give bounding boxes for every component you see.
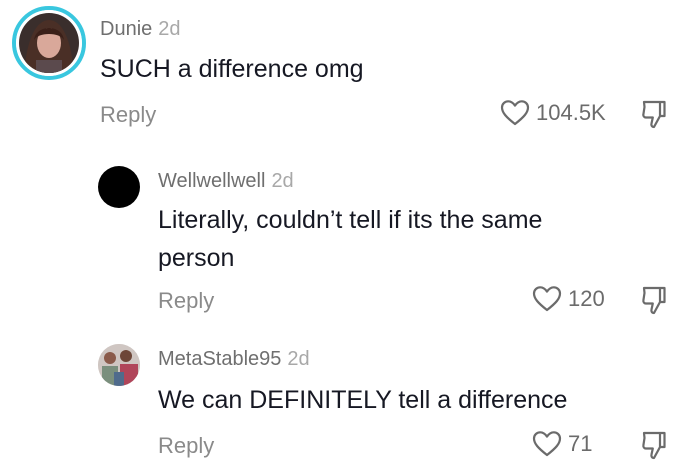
like-button[interactable]: 71 [532,430,592,458]
username[interactable]: Wellwellwell 2d [158,170,294,193]
like-button[interactable]: 104.5K [500,99,606,127]
timestamp: 2d [158,18,181,40]
heart-outline-icon [500,100,530,126]
like-count: 120 [568,286,605,311]
avatar[interactable] [98,166,140,208]
avatar[interactable] [12,6,86,80]
profile-photo [98,344,140,386]
dislike-button[interactable] [641,430,667,465]
reply-button[interactable]: Reply [158,433,214,459]
comment-3: MetaStable95 2d We can DEFINITELY tell a … [0,330,700,470]
reply-button[interactable]: Reply [100,102,156,128]
dislike-button[interactable] [641,99,667,134]
comment-text: We can DEFINITELY tell a difference [158,381,567,419]
heart-outline-icon [532,286,562,312]
comment-2: Wellwellwell 2d Literally, couldn’t tell … [0,150,700,330]
thumbs-down-icon [642,431,666,460]
comment-text: Literally, couldn’t tell if its the same… [158,201,542,277]
thumbs-down-icon [642,286,666,315]
like-button[interactable]: 120 [532,285,605,313]
username[interactable]: MetaStable95 2d [158,348,310,371]
timestamp: 2d [271,170,294,192]
like-count: 71 [568,431,593,456]
timestamp: 2d [287,348,310,370]
dislike-button[interactable] [641,285,667,320]
comment-1: Dunie 2d SUCH a difference omg Reply 104.… [0,0,700,150]
like-count: 104.5K [536,100,606,125]
username-text[interactable]: Wellwellwell [158,170,265,192]
comment-text-line: SUCH a difference omg [100,55,364,83]
avatar[interactable] [98,344,140,386]
comment-text: SUCH a difference omg [100,50,364,88]
heart-outline-icon [532,431,562,457]
comment-text-line: person [158,244,235,272]
username[interactable]: Dunie 2d [100,18,181,41]
username-text[interactable]: Dunie [100,18,152,40]
profile-photo [16,10,82,76]
reply-button[interactable]: Reply [158,288,214,314]
username-text[interactable]: MetaStable95 [158,348,281,370]
comment-text-line: Literally, couldn’t tell if its the same [158,206,543,234]
thumbs-down-icon [642,100,666,129]
comment-text-line: We can DEFINITELY tell a difference [158,386,568,414]
